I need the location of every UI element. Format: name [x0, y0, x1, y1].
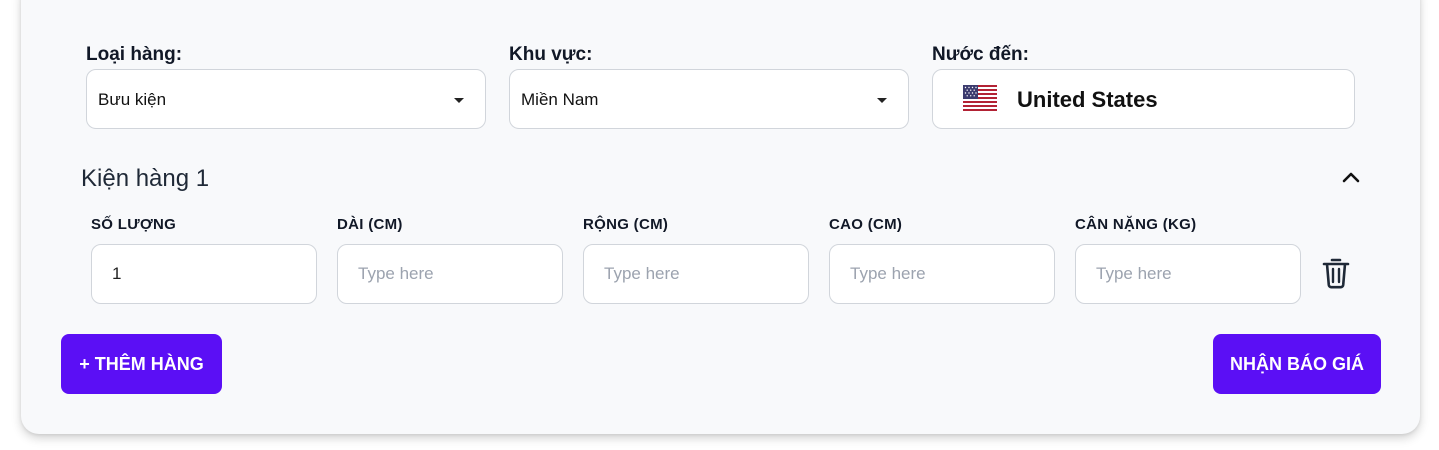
destination-label: Nước đến: — [932, 44, 1029, 65]
weight-label: CÂN NẶNG (KG) — [1075, 216, 1197, 233]
add-package-button[interactable]: + THÊM HÀNG — [61, 334, 222, 394]
cargo-type-select[interactable]: Bưu kiện — [86, 69, 486, 129]
caret-down-icon — [454, 98, 464, 103]
destination-value: United States — [1017, 87, 1158, 112]
package-title: Kiện hàng 1 — [81, 165, 210, 192]
length-label: DÀI (CM) — [337, 216, 403, 233]
chevron-up-icon[interactable] — [1341, 170, 1361, 184]
region-label: Khu vực: — [509, 44, 593, 65]
length-input[interactable] — [337, 244, 563, 304]
quantity-label: SỐ LƯỢNG — [91, 216, 177, 233]
caret-down-icon — [877, 98, 887, 103]
weight-input[interactable] — [1075, 244, 1301, 304]
width-input[interactable] — [583, 244, 809, 304]
quote-form-card — [21, 0, 1420, 434]
region-value: Miền Nam — [521, 90, 599, 109]
region-select[interactable]: Miền Nam — [509, 69, 909, 129]
height-input[interactable] — [829, 244, 1055, 304]
width-label: RỘNG (CM) — [583, 216, 669, 233]
destination-select[interactable]: United States — [932, 69, 1355, 129]
quantity-input[interactable] — [91, 244, 317, 304]
height-label: CAO (CM) — [829, 216, 903, 233]
cargo-type-label: Loại hàng: — [86, 44, 183, 65]
us-flag-icon — [963, 85, 997, 111]
get-quote-button[interactable]: NHẬN BÁO GIÁ — [1213, 334, 1381, 394]
cargo-type-value: Bưu kiện — [98, 90, 167, 109]
trash-icon[interactable] — [1322, 257, 1350, 289]
